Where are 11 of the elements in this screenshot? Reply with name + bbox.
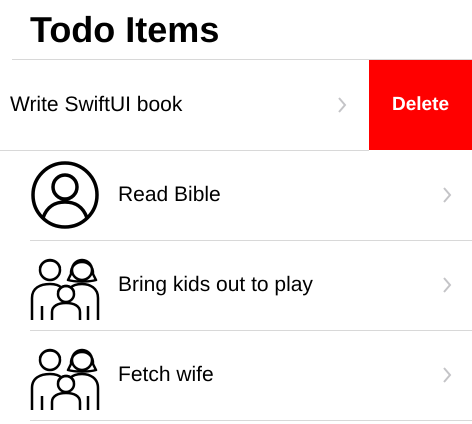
delete-button[interactable]: Delete <box>369 60 472 150</box>
chevron-icon <box>442 276 452 292</box>
page-title: Todo Items <box>29 8 220 52</box>
person-icon <box>30 160 100 230</box>
todo-item-label[interactable]: Write SwiftUI book <box>0 92 337 116</box>
todo-item-label[interactable]: Fetch wife <box>118 362 442 386</box>
chevron-icon <box>442 186 452 202</box>
chevron-icon <box>442 366 452 382</box>
todo-item-label[interactable]: Bring kids out to play <box>118 272 442 296</box>
todo-item-label[interactable]: Read Bible <box>118 182 442 206</box>
chevron-icon <box>337 96 347 112</box>
